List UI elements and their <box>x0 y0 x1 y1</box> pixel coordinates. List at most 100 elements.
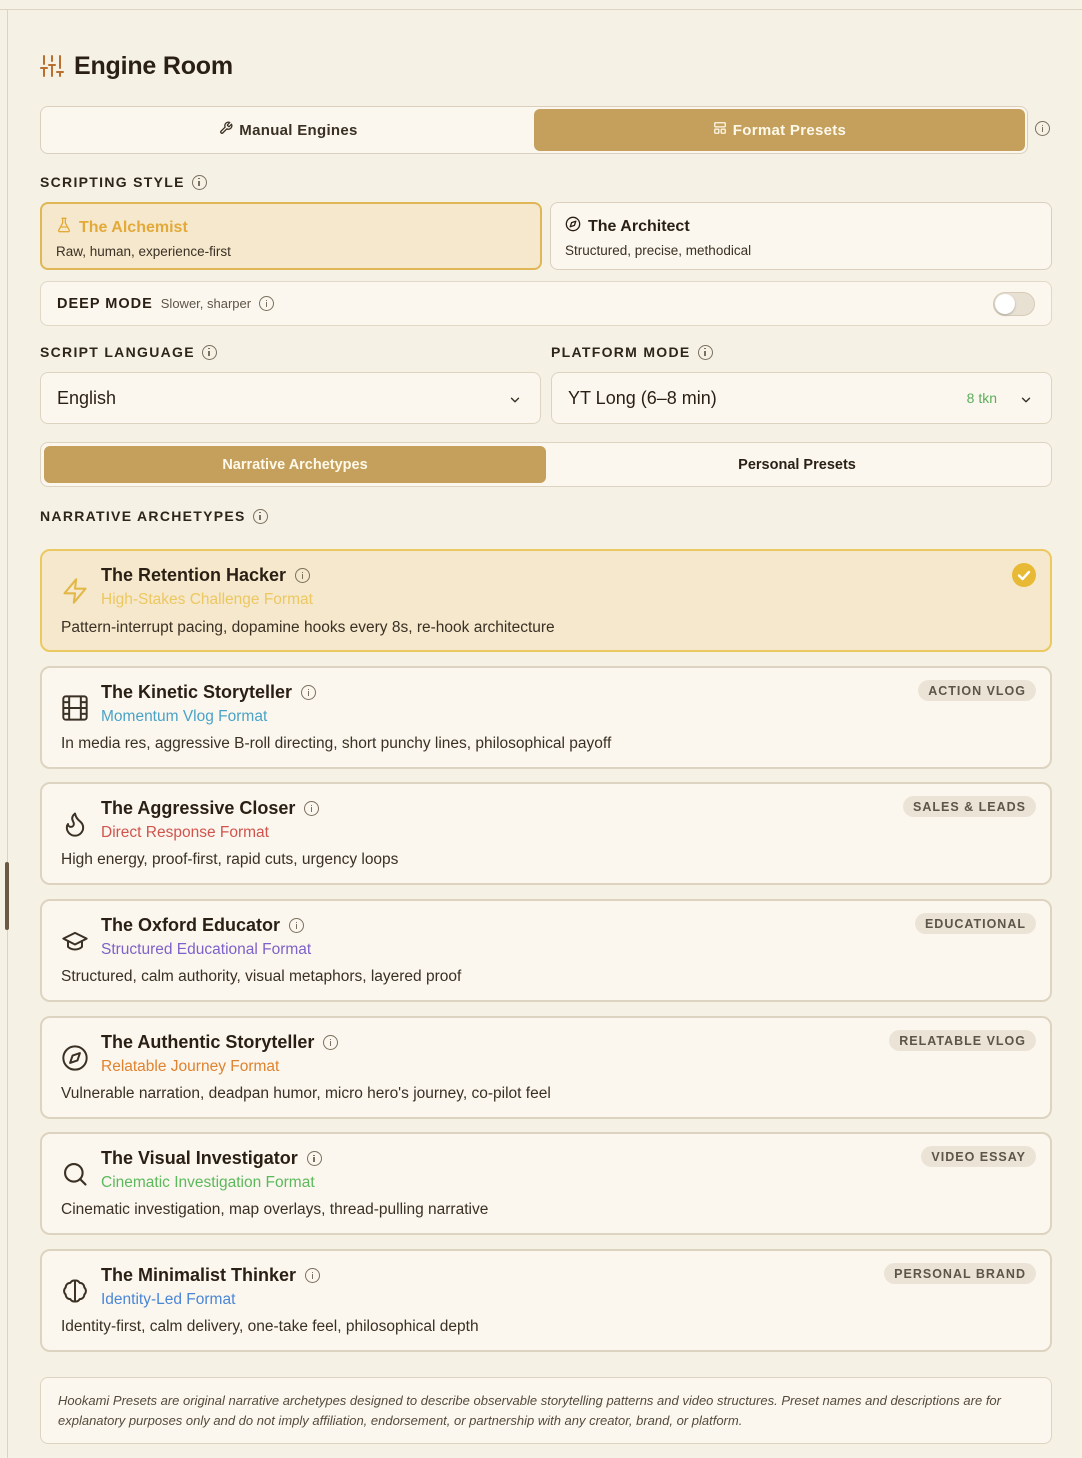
language-select[interactable]: English <box>40 372 541 424</box>
archetype-card-aggressive-closer[interactable]: The Aggressive Closer Direct Response Fo… <box>40 782 1052 885</box>
archetype-format: Identity-Led Format <box>101 1291 236 1308</box>
archetype-desc: Cinematic investigation, map overlays, t… <box>61 1201 489 1218</box>
archetype-card-retention-hacker[interactable]: The Retention Hacker High-Stakes Challen… <box>40 549 1052 652</box>
archetype-title: The Authentic Storyteller <box>101 1032 315 1052</box>
archetype-title: The Aggressive Closer <box>101 798 296 818</box>
section-title: PLATFORM MODE <box>551 344 691 360</box>
platform-mode-label: PLATFORM MODE <box>551 344 713 360</box>
archetype-desc: In media res, aggressive B-roll directin… <box>61 735 612 752</box>
archetype-format: Direct Response Format <box>101 824 269 841</box>
flask-icon <box>56 217 72 238</box>
info-icon[interactable] <box>305 1268 321 1283</box>
chevron-down-icon <box>1019 391 1033 412</box>
info-icon[interactable] <box>304 801 320 816</box>
tab-personal-presets[interactable]: Personal Presets <box>546 446 1048 483</box>
tab-label: Format Presets <box>732 121 847 139</box>
compass-icon <box>61 1044 89 1072</box>
info-icon[interactable] <box>295 568 311 583</box>
archetype-title: The Kinetic Storyteller <box>101 682 293 702</box>
info-icon[interactable] <box>252 508 268 524</box>
info-icon[interactable] <box>201 344 217 360</box>
deep-mode-toggle[interactable] <box>993 292 1035 316</box>
layout-icon <box>713 121 727 139</box>
archetype-desc: Vulnerable narration, deadpan humor, mic… <box>61 1085 551 1102</box>
info-icon[interactable] <box>697 344 713 360</box>
tab-manual-engines[interactable]: Manual Engines <box>43 109 534 151</box>
archetype-card-authentic-storyteller[interactable]: The Authentic Storyteller Relatable Jour… <box>40 1016 1052 1119</box>
archetype-desc: Identity-first, calm delivery, one-take … <box>61 1318 479 1335</box>
section-title: SCRIPT LANGUAGE <box>40 344 195 360</box>
tab-format-presets[interactable]: Format Presets <box>534 109 1025 151</box>
panel-header: Engine Room <box>40 50 233 82</box>
script-language-label: SCRIPT LANGUAGE <box>40 344 217 360</box>
info-icon[interactable] <box>1035 121 1050 136</box>
platform-select[interactable]: YT Long (6–8 min) 8 tkn <box>551 372 1052 424</box>
tab-label: Manual Engines <box>239 121 358 139</box>
archetype-format: Momentum Vlog Format <box>101 708 268 725</box>
info-icon[interactable] <box>259 296 275 311</box>
archetype-card-oxford-educator[interactable]: The Oxford Educator Structured Education… <box>40 899 1052 1002</box>
archetype-format: High-Stakes Challenge Format <box>101 591 313 608</box>
archetype-title: The Minimalist Thinker <box>101 1265 297 1285</box>
language-value: English <box>57 387 117 408</box>
film-icon <box>61 694 89 722</box>
archetype-card-visual-investigator[interactable]: The Visual Investigator Cinematic Invest… <box>40 1132 1052 1235</box>
disclaimer-text: Hookami Presets are original narrative a… <box>40 1377 1052 1444</box>
top-border <box>0 0 1082 10</box>
section-title: SCRIPTING STYLE <box>40 174 185 190</box>
style-option-architect[interactable]: The Architect Structured, precise, metho… <box>550 202 1052 270</box>
archetype-card-minimalist-thinker[interactable]: The Minimalist Thinker Identity-Led Form… <box>40 1249 1052 1352</box>
style-option-alchemist[interactable]: The Alchemist Raw, human, experience-fir… <box>40 202 542 270</box>
platform-value: YT Long (6–8 min) <box>568 387 717 408</box>
archetype-format: Structured Educational Format <box>101 941 312 958</box>
token-cost: 8 tkn <box>966 390 997 406</box>
flame-icon <box>61 810 89 838</box>
style-desc: Raw, human, experience-first <box>56 244 231 259</box>
deep-mode-title: DEEP MODE <box>57 295 153 312</box>
style-title: The Architect <box>588 217 690 235</box>
check-icon <box>1012 563 1036 587</box>
compass-icon <box>565 216 581 237</box>
archetype-card-kinetic-storyteller[interactable]: The Kinetic Storyteller Momentum Vlog Fo… <box>40 666 1052 769</box>
scripting-style-label: SCRIPTING STYLE <box>40 174 207 190</box>
info-icon[interactable] <box>289 918 305 933</box>
archetype-desc: Structured, calm authority, visual metap… <box>61 968 462 985</box>
resize-handle[interactable] <box>5 862 9 930</box>
lightning-icon <box>61 577 89 605</box>
brain-icon <box>61 1277 89 1305</box>
info-icon[interactable] <box>191 174 207 190</box>
category-badge: RELATABLE VLOG <box>889 1030 1036 1051</box>
deep-mode-subtitle: Slower, sharper <box>160 296 252 311</box>
style-desc: Structured, precise, methodical <box>565 243 752 258</box>
toggle-knob <box>995 294 1015 314</box>
category-badge: PERSONAL BRAND <box>884 1263 1036 1284</box>
archetype-desc: Pattern-interrupt pacing, dopamine hooks… <box>61 619 555 636</box>
chevron-down-icon <box>508 391 522 412</box>
archetype-title: The Oxford Educator <box>101 915 281 935</box>
archetype-format: Cinematic Investigation Format <box>101 1174 315 1191</box>
left-rail <box>7 10 8 1458</box>
category-badge: ACTION VLOG <box>918 680 1036 701</box>
archetype-title: The Retention Hacker <box>101 565 287 585</box>
archetype-format: Relatable Journey Format <box>101 1058 280 1075</box>
sliders-icon <box>40 54 64 78</box>
section-title: NARRATIVE ARCHETYPES <box>40 508 246 524</box>
info-icon[interactable] <box>306 1151 322 1166</box>
mode-tabs: Manual Engines Format Presets <box>40 106 1028 154</box>
category-badge: SALES & LEADS <box>902 796 1036 817</box>
archetype-desc: High energy, proof-first, rapid cuts, ur… <box>61 851 399 868</box>
info-icon[interactable] <box>323 1035 339 1050</box>
narrative-archetypes-label: NARRATIVE ARCHETYPES <box>40 508 268 524</box>
tab-narrative-archetypes[interactable]: Narrative Archetypes <box>44 446 546 483</box>
category-badge: EDUCATIONAL <box>914 913 1036 934</box>
search-icon <box>61 1160 89 1188</box>
wrench-icon <box>219 121 233 139</box>
style-title: The Alchemist <box>79 218 188 236</box>
preset-sub-tabs: Narrative Archetypes Personal Presets <box>40 442 1052 487</box>
info-icon[interactable] <box>301 685 317 700</box>
archetype-title: The Visual Investigator <box>101 1148 298 1168</box>
deep-mode-row: DEEP MODE Slower, sharper <box>40 281 1052 326</box>
graduation-cap-icon <box>61 927 89 955</box>
category-badge: VIDEO ESSAY <box>921 1146 1036 1167</box>
page-title: Engine Room <box>74 51 233 80</box>
